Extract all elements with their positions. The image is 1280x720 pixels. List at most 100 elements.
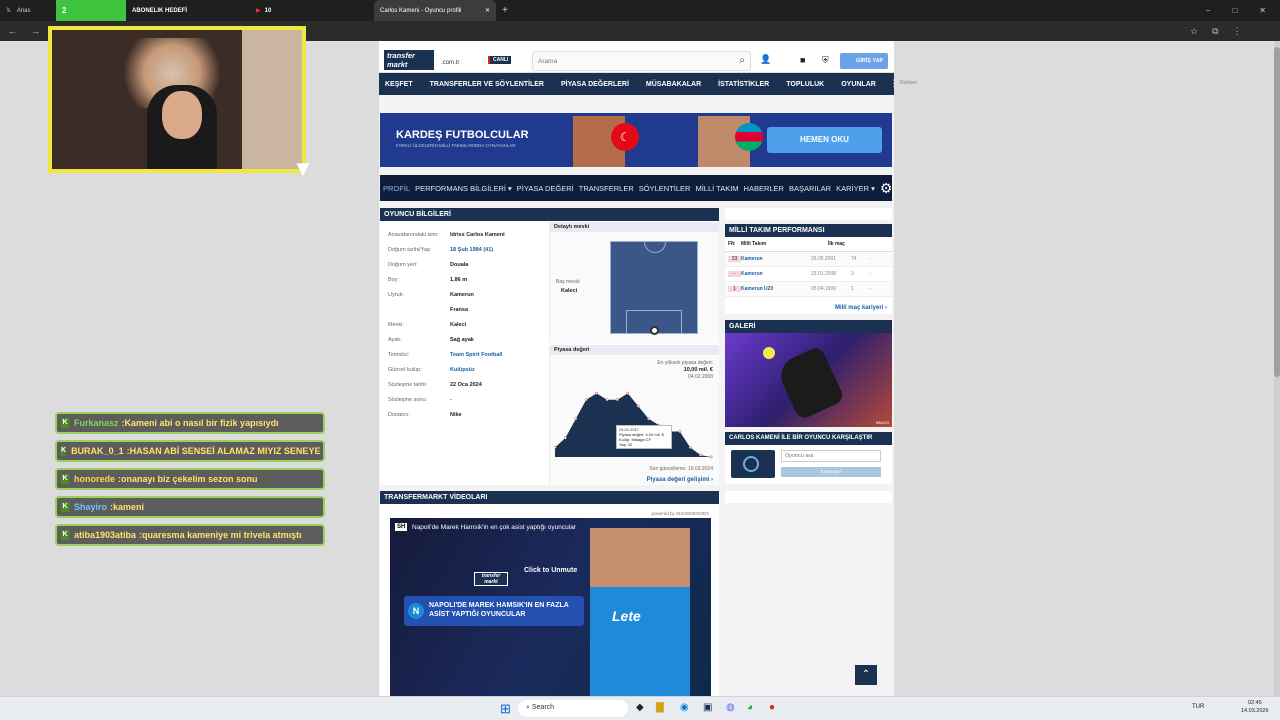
- kick-badge-icon: K: [61, 530, 69, 540]
- browser-tab[interactable]: 𝕏 Anas: [0, 0, 56, 21]
- compare-button[interactable]: Karşılaştır: [781, 467, 881, 477]
- national-career-link[interactable]: Milli maç kariyeri ›: [835, 305, 887, 311]
- nav-item[interactable]: KEŞFET: [385, 81, 413, 88]
- nav-item[interactable]: PİYASA DEĞERLERİ: [561, 81, 629, 88]
- scroll-top-button[interactable]: ⌃: [855, 665, 877, 685]
- chrome-icon[interactable]: ◕: [747, 702, 753, 713]
- info-value[interactable]: Team Spirit Football: [450, 352, 502, 358]
- mv-point[interactable]: [636, 404, 640, 408]
- kick-badge-icon: K: [61, 446, 67, 456]
- table-row[interactable]: - Kamerun 23.01.2008 3-: [725, 267, 892, 282]
- highest-mv-date: 04.02.2008: [687, 374, 713, 380]
- mv-point[interactable]: [584, 398, 588, 402]
- forward-icon[interactable]: →: [31, 26, 40, 36]
- browser-tab[interactable]: ABONELIK HEDEFİ: [126, 0, 250, 21]
- subnav-item[interactable]: TRANSFERLER: [579, 184, 634, 193]
- mv-point[interactable]: [647, 417, 651, 421]
- live-badge[interactable]: CANLI: [488, 56, 512, 64]
- compare-player-input[interactable]: [781, 450, 881, 462]
- close-window-icon[interactable]: ✕: [1259, 6, 1266, 15]
- info-label: Anavatanındaki isim:: [388, 232, 439, 238]
- mv-point[interactable]: [709, 455, 713, 459]
- menu-icon[interactable]: ⋮: [1233, 26, 1242, 37]
- promo-banner[interactable]: KARDEŞ FUTBOLCULAR FARKLI ÜLKELERİN MİLL…: [380, 113, 892, 167]
- search-icon[interactable]: ⌕: [739, 55, 745, 66]
- edge-icon[interactable]: ◉: [680, 702, 689, 713]
- gallery-title: GALERİ: [725, 320, 892, 333]
- info-label: Uyruk:: [388, 292, 404, 298]
- mv-point[interactable]: [605, 398, 609, 402]
- subnav-item[interactable]: PROFİL: [383, 184, 410, 193]
- taskbar-app-icon[interactable]: ◆: [636, 702, 644, 713]
- hamburger-menu-icon[interactable]: ☰: [893, 79, 894, 90]
- site-logo[interactable]: transfer markt: [384, 50, 434, 70]
- scrollbar-thumb[interactable]: [1274, 47, 1280, 377]
- extensions-icon[interactable]: ⧉: [1212, 26, 1218, 37]
- table-cell: 74: [851, 256, 857, 262]
- videos-title: TRANSFERMARKT VİDEOLARI: [380, 491, 719, 504]
- back-icon[interactable]: ←: [8, 26, 17, 36]
- table-row[interactable]: 23 Kamerun 25.05.2001 74 -: [725, 252, 892, 267]
- language-indicator[interactable]: TUR: [1192, 704, 1204, 710]
- user-settings-icon[interactable]: 👤: [760, 54, 771, 65]
- clock-date[interactable]: 14.03.2026: [1241, 708, 1269, 714]
- mv-point[interactable]: [626, 391, 630, 395]
- banner-title: KARDEŞ FUTBOLCULAR: [396, 129, 529, 141]
- subnav-item[interactable]: PERFORMANS BİLGİLERİ ▾: [415, 184, 512, 193]
- bookmark-star-icon[interactable]: ☆: [1190, 26, 1198, 37]
- nav-item[interactable]: TOPLULUK: [786, 81, 824, 88]
- shield-icon[interactable]: ⛨: [822, 55, 829, 66]
- unmute-button[interactable]: Click to Unmute: [524, 567, 577, 574]
- videos-box: TRANSFERMARKT VİDEOLARI powered by SHOWH…: [380, 491, 719, 696]
- clock-time[interactable]: 02:45: [1248, 700, 1262, 706]
- store-icon[interactable]: ▣: [703, 702, 712, 713]
- mv-point[interactable]: [688, 446, 692, 449]
- subnav-item[interactable]: PİYASA DEĞERİ: [517, 184, 574, 193]
- search-box[interactable]: ⌕: [532, 51, 751, 71]
- nav-item[interactable]: MÜSABAKALAR: [646, 81, 701, 88]
- mv-point[interactable]: [574, 417, 578, 421]
- gallery-photo[interactable]: IMAGO: [725, 333, 892, 427]
- subnav-item[interactable]: KARİYER ▾: [836, 184, 875, 193]
- subnav-item[interactable]: SÖYLENTİLER: [639, 184, 691, 193]
- info-value: Idriss Carlos Kameni: [450, 232, 505, 238]
- discord-icon[interactable]: ◍: [726, 702, 735, 713]
- mv-history-link[interactable]: Piyasa değeri gelişimi ›: [647, 477, 713, 483]
- info-value: Douala: [450, 262, 469, 268]
- new-tab-icon[interactable]: +: [496, 0, 516, 21]
- browser-tab-active[interactable]: Carlos Kameni - Oyuncu profili ✕: [374, 0, 496, 21]
- table-cell: Kamerun U20: [741, 286, 774, 292]
- gear-icon[interactable]: ⚙: [880, 180, 893, 197]
- nav-item[interactable]: TRANSFERLER VE SÖYLENTİLER: [430, 81, 544, 88]
- minimize-icon[interactable]: −: [1206, 6, 1211, 15]
- scrollbar[interactable]: [1274, 41, 1280, 696]
- login-button[interactable]: GİRİŞ YAP: [840, 53, 888, 69]
- read-now-button[interactable]: HEMEN OKU: [767, 127, 882, 153]
- mv-point[interactable]: [554, 446, 557, 449]
- mv-point[interactable]: [615, 398, 619, 402]
- bookmark-icon[interactable]: ■: [800, 55, 805, 65]
- search-input[interactable]: [538, 58, 718, 65]
- nav-item[interactable]: OYUNLAR: [841, 81, 876, 88]
- info-value[interactable]: Kulüpsüz: [450, 367, 475, 373]
- mv-point[interactable]: [563, 436, 567, 440]
- table-row[interactable]: 1 Kamerun U20 05.04.1999 1-: [725, 282, 892, 297]
- mv-point[interactable]: [699, 453, 703, 457]
- nav-item[interactable]: İSTATİSTİKLER: [718, 81, 769, 88]
- mv-point[interactable]: [595, 391, 599, 395]
- mv-point[interactable]: [678, 430, 682, 433]
- close-tab-icon[interactable]: ✕: [485, 7, 490, 14]
- windows-start-icon[interactable]: ⊞: [500, 701, 511, 717]
- info-value: Kamerun: [450, 292, 474, 298]
- app-icon[interactable]: ●: [769, 702, 775, 713]
- taskbar-search[interactable]: ⌕ Search: [518, 700, 628, 717]
- subnav-item[interactable]: MİLLİ TAKIM: [695, 184, 738, 193]
- subnav-item[interactable]: HABERLER: [744, 184, 784, 193]
- maximize-icon[interactable]: □: [1232, 6, 1237, 15]
- info-value[interactable]: 18 Şub 1984 (41): [450, 247, 493, 253]
- file-explorer-icon[interactable]: ▇: [656, 702, 664, 713]
- browser-tab[interactable]: ▶ 10: [250, 0, 374, 21]
- subnav-item[interactable]: BAŞARILAR: [789, 184, 831, 193]
- browser-tab[interactable]: 2: [56, 0, 126, 21]
- video-player[interactable]: SH Napoli'de Marek Hamsik'in en çok asis…: [390, 518, 711, 696]
